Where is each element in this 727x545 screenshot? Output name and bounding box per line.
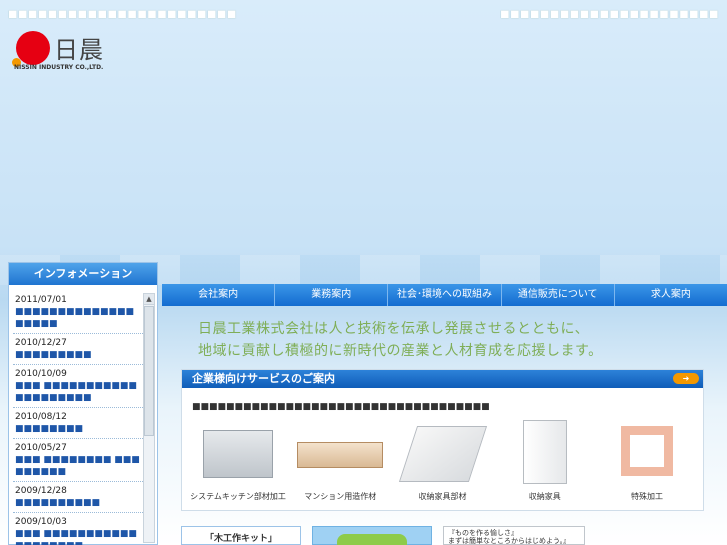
list-item[interactable]: 2009/12/28 ■■■■■■■■■■ <box>13 482 143 513</box>
top-bar: ■■■■■■■■■■■■■■■■■■■■■■■ ■■■■■■■■■■■■■■■■… <box>0 0 727 30</box>
nav-society-environment[interactable]: 社会･環境への取組み <box>388 284 502 306</box>
info-title-link[interactable]: ■■■■■■■■■■■■■■■■■■■ <box>15 306 141 330</box>
info-title-link[interactable]: ■■■ ■■■■■■■■ ■■■■■■■■■ <box>15 454 141 478</box>
info-date: 2009/12/28 <box>15 486 67 496</box>
info-scrollbar[interactable]: ▲ <box>143 293 155 543</box>
top-right-text: ■■■■■■■■■■■■■■■■■■■■■■ <box>500 9 719 20</box>
info-date: 2010/12/27 <box>15 338 67 348</box>
list-item[interactable]: 2010/10/09 ■■■ ■■■■■■■■■■■■■■■■■■■■ <box>13 365 143 408</box>
info-date: 2010/05/27 <box>15 443 67 453</box>
info-date: 2009/10/03 <box>15 517 67 527</box>
logo-red-circle <box>16 31 50 65</box>
information-header: インフォメーション <box>9 263 157 285</box>
service-description: ■■■■■■■■■■■■■■■■■■■■■■■■■■■■■■■■■■■ <box>192 402 490 412</box>
top-left-text: ■■■■■■■■■■■■■■■■■■■■■■■ <box>8 9 237 20</box>
catch-line-1: 日晨工業株式会社は人と技術を伝承し発展させるとともに、 <box>198 321 590 337</box>
info-date: 2010/10/09 <box>15 369 67 379</box>
catch-copy: 日晨工業株式会社は人と技術を伝承し発展させるとともに、 地域に貢献し積極的に新時… <box>198 318 603 362</box>
product-label: 収納家具部材 <box>418 492 467 501</box>
product-list: システムキッチン部材加工 マンション用造作材 収納家具部材 収納家具 特殊加工 <box>190 420 695 508</box>
info-date: 2011/07/01 <box>15 295 67 305</box>
making-banner-line-2: まずは簡単なところからはじめよう。』 <box>448 537 571 545</box>
list-item[interactable]: 2010/08/12 ■■■■■■■■ <box>13 408 143 439</box>
logo-mark: 日晨 <box>54 36 104 64</box>
product-kitchen[interactable]: システムキッチン部材加工 <box>190 420 286 508</box>
list-item[interactable]: 2010/05/27 ■■■ ■■■■■■■■ ■■■■■■■■■ <box>13 439 143 482</box>
making-banner-line-1: 『ものを作る愉しさ』 <box>448 529 518 537</box>
special-processing-image <box>621 426 673 476</box>
service-header[interactable]: 企業様向けサービスのご案内 ➜ <box>182 370 703 388</box>
info-title-link[interactable]: ■■■■■■■■ <box>15 423 141 435</box>
global-nav: 会社案内 業務案内 社会･環境への取組み 通信販売について 求人案内 <box>162 284 727 306</box>
product-label: 特殊加工 <box>631 492 663 501</box>
kitchen-part-image <box>203 430 273 478</box>
storage-furniture-image <box>522 420 567 484</box>
nav-mail-order[interactable]: 通信販売について <box>502 284 615 306</box>
making-banner[interactable]: 『ものを作る愉しさ』 まずは簡単なところからはじめよう。』 <box>443 526 585 545</box>
storage-parts-image <box>398 426 487 482</box>
scroll-thumb[interactable] <box>144 306 154 436</box>
info-date: 2010/08/12 <box>15 412 67 422</box>
list-item[interactable]: 2009/10/03 ■■■ ■■■■■■■■■■■■■■■■■■■ <box>13 513 143 545</box>
nav-business[interactable]: 業務案内 <box>275 284 389 306</box>
product-label: システムキッチン部材加工 <box>190 492 286 501</box>
promo-banner-graphic <box>337 534 407 545</box>
logo-subtitle: NISSIN INDUSTRY CO.,LTD. <box>14 64 104 71</box>
catch-line-2: 地域に貢献し積極的に新時代の産業と人材育成を応援します。 <box>198 343 603 359</box>
arrow-right-icon[interactable]: ➜ <box>673 373 699 384</box>
business-service-panel: 企業様向けサービスのご案内 ➜ ■■■■■■■■■■■■■■■■■■■■■■■■… <box>181 369 704 511</box>
product-storage-parts[interactable]: 収納家具部材 <box>395 420 491 508</box>
info-title-link[interactable]: ■■■ ■■■■■■■■■■■■■■■■■■■■ <box>15 380 141 404</box>
promo-banner[interactable] <box>312 526 432 545</box>
mansion-material-image <box>297 442 384 468</box>
nav-recruit[interactable]: 求人案内 <box>615 284 727 306</box>
information-list: 2011/07/01 ■■■■■■■■■■■■■■■■■■■ 2010/12/2… <box>13 291 143 545</box>
product-label: 収納家具 <box>528 492 561 501</box>
product-mansion[interactable]: マンション用造作材 <box>292 420 388 508</box>
product-label: マンション用造作材 <box>304 492 377 501</box>
scroll-up-arrow-icon[interactable]: ▲ <box>144 294 154 305</box>
product-storage-furniture[interactable]: 収納家具 <box>497 420 593 508</box>
info-title-link[interactable]: ■■■■■■■■■■ <box>15 497 141 509</box>
service-title: 企業様向けサービスのご案内 <box>192 372 335 385</box>
information-panel: インフォメーション 2011/07/01 ■■■■■■■■■■■■■■■■■■■… <box>8 262 158 545</box>
info-title-link[interactable]: ■■■ ■■■■■■■■■■■■■■■■■■■ <box>15 528 141 545</box>
company-logo[interactable]: 日晨 NISSIN INDUSTRY CO.,LTD. <box>10 30 120 74</box>
info-title-link[interactable]: ■■■■■■■■■ <box>15 349 141 361</box>
product-special[interactable]: 特殊加工 <box>599 420 695 508</box>
list-item[interactable]: 2010/12/27 ■■■■■■■■■ <box>13 334 143 365</box>
list-item[interactable]: 2011/07/01 ■■■■■■■■■■■■■■■■■■■ <box>13 291 143 334</box>
woodwork-kit-banner[interactable]: 「木工作キット」 <box>181 526 301 545</box>
nav-company[interactable]: 会社案内 <box>162 284 276 306</box>
